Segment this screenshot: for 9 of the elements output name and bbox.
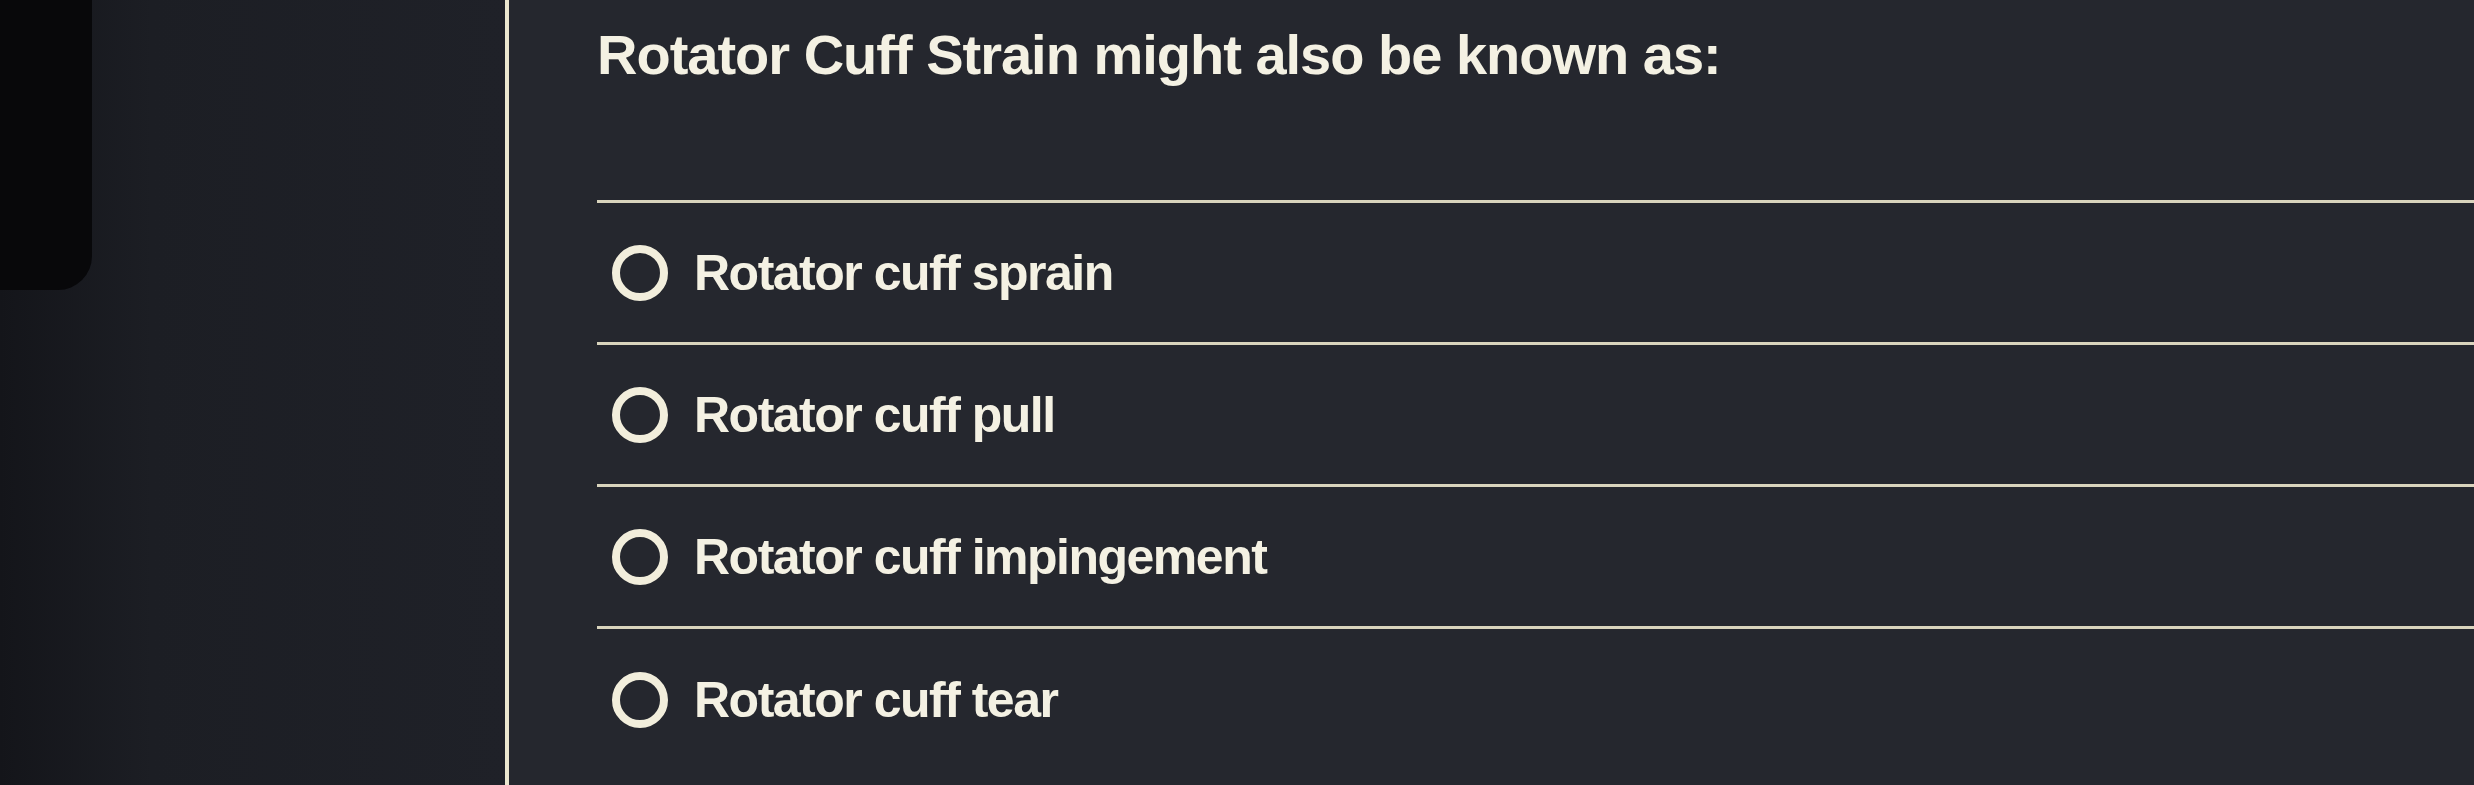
question-title: Rotator Cuff Strain might also be known as:	[597, 22, 1721, 87]
radio-button[interactable]	[612, 386, 668, 443]
option-label[interactable]: Rotator cuff pull	[694, 385, 1055, 444]
option-label[interactable]: Rotator cuff sprain	[694, 243, 1113, 302]
radio-button[interactable]	[612, 672, 668, 728]
option-label[interactable]: Rotator cuff impingement	[694, 527, 1267, 586]
option-label[interactable]: Rotator cuff tear	[694, 671, 1058, 729]
radio-button[interactable]	[612, 528, 668, 585]
radio-button[interactable]	[612, 244, 668, 301]
